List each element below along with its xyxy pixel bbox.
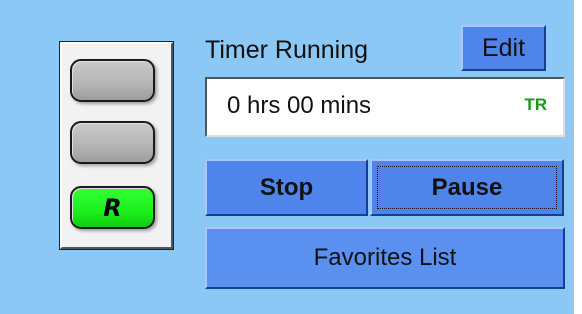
timer-mode-badge: TR [524,95,547,114]
status-indicator-lights: R [59,41,174,250]
pause-button-label: Pause [431,173,503,201]
indicator-lamp-middle [70,121,155,164]
elapsed-time-display: 0 hrs 00 mins TR [205,77,565,137]
indicator-lamp-running: R [70,186,155,229]
favorites-list-button[interactable]: Favorites List [205,227,565,289]
running-lamp-letter: R [103,193,122,222]
timer-status-label: Timer Running [205,36,369,64]
elapsed-time-text: 0 hrs 00 mins [227,92,372,119]
timer-panel: R Timer Running Edit 0 hrs 00 mins TR St… [0,0,574,314]
edit-button[interactable]: Edit [461,25,546,71]
pause-button[interactable]: Pause [370,159,564,216]
indicator-lamp-top [70,59,155,102]
stop-button[interactable]: Stop [205,159,368,216]
